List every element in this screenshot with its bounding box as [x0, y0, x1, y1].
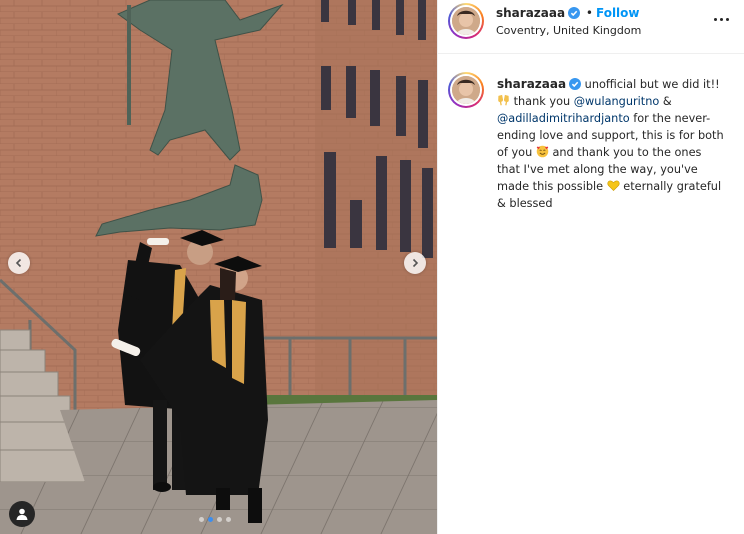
smiling-face-with-hearts-emoji-icon — [536, 145, 549, 158]
username-link[interactable]: sharazaaa — [496, 6, 565, 20]
next-slide-button[interactable] — [404, 252, 426, 274]
graduation-photo-image — [0, 0, 437, 534]
person-icon — [16, 508, 28, 520]
carousel-dot-active — [208, 517, 213, 522]
carousel-indicator — [199, 517, 231, 522]
previous-slide-button[interactable] — [8, 252, 30, 274]
carousel-dot — [217, 517, 222, 522]
follow-button[interactable]: Follow — [596, 6, 640, 20]
mention-link[interactable]: @adilladimitrihardjanto — [497, 112, 630, 125]
header-user-line: sharazaaa • Follow — [496, 6, 640, 20]
post-header: sharazaaa • Follow Coventry, United Kingd… — [438, 0, 744, 54]
caption-text: thank you — [513, 95, 571, 108]
panel-divider — [437, 0, 438, 534]
more-dot-icon — [713, 17, 717, 21]
caption-avatar[interactable] — [448, 72, 484, 108]
location-link[interactable]: Coventry, United Kingdom — [496, 24, 641, 37]
caption-username-link[interactable]: sharazaaa — [497, 77, 566, 91]
carousel-dot — [226, 517, 231, 522]
caption-text: unofficial but we did it!! — [584, 78, 720, 91]
post-caption: sharazaaa unofficial but we did it!! tha… — [497, 76, 727, 212]
tagged-users-button[interactable] — [9, 501, 35, 527]
yellow-heart-emoji-icon — [607, 180, 620, 192]
chevron-left-icon — [15, 258, 22, 268]
verified-badge-icon — [568, 7, 581, 19]
more-dot-icon — [725, 17, 729, 21]
more-options-button[interactable] — [710, 12, 732, 26]
profile-picture-image — [452, 7, 480, 35]
caption-text: & — [662, 95, 672, 108]
more-dot-icon — [719, 17, 723, 21]
avatar[interactable] — [448, 3, 484, 39]
separator-dot: • — [585, 6, 593, 20]
profile-picture-image — [452, 76, 480, 104]
mention-link[interactable]: @wulanguritno — [574, 95, 660, 108]
post-photo[interactable] — [0, 0, 437, 534]
carousel-dot — [199, 517, 204, 522]
clinking-glasses-emoji-icon — [498, 94, 509, 106]
chevron-right-icon — [412, 258, 419, 268]
verified-badge-icon — [569, 78, 582, 90]
